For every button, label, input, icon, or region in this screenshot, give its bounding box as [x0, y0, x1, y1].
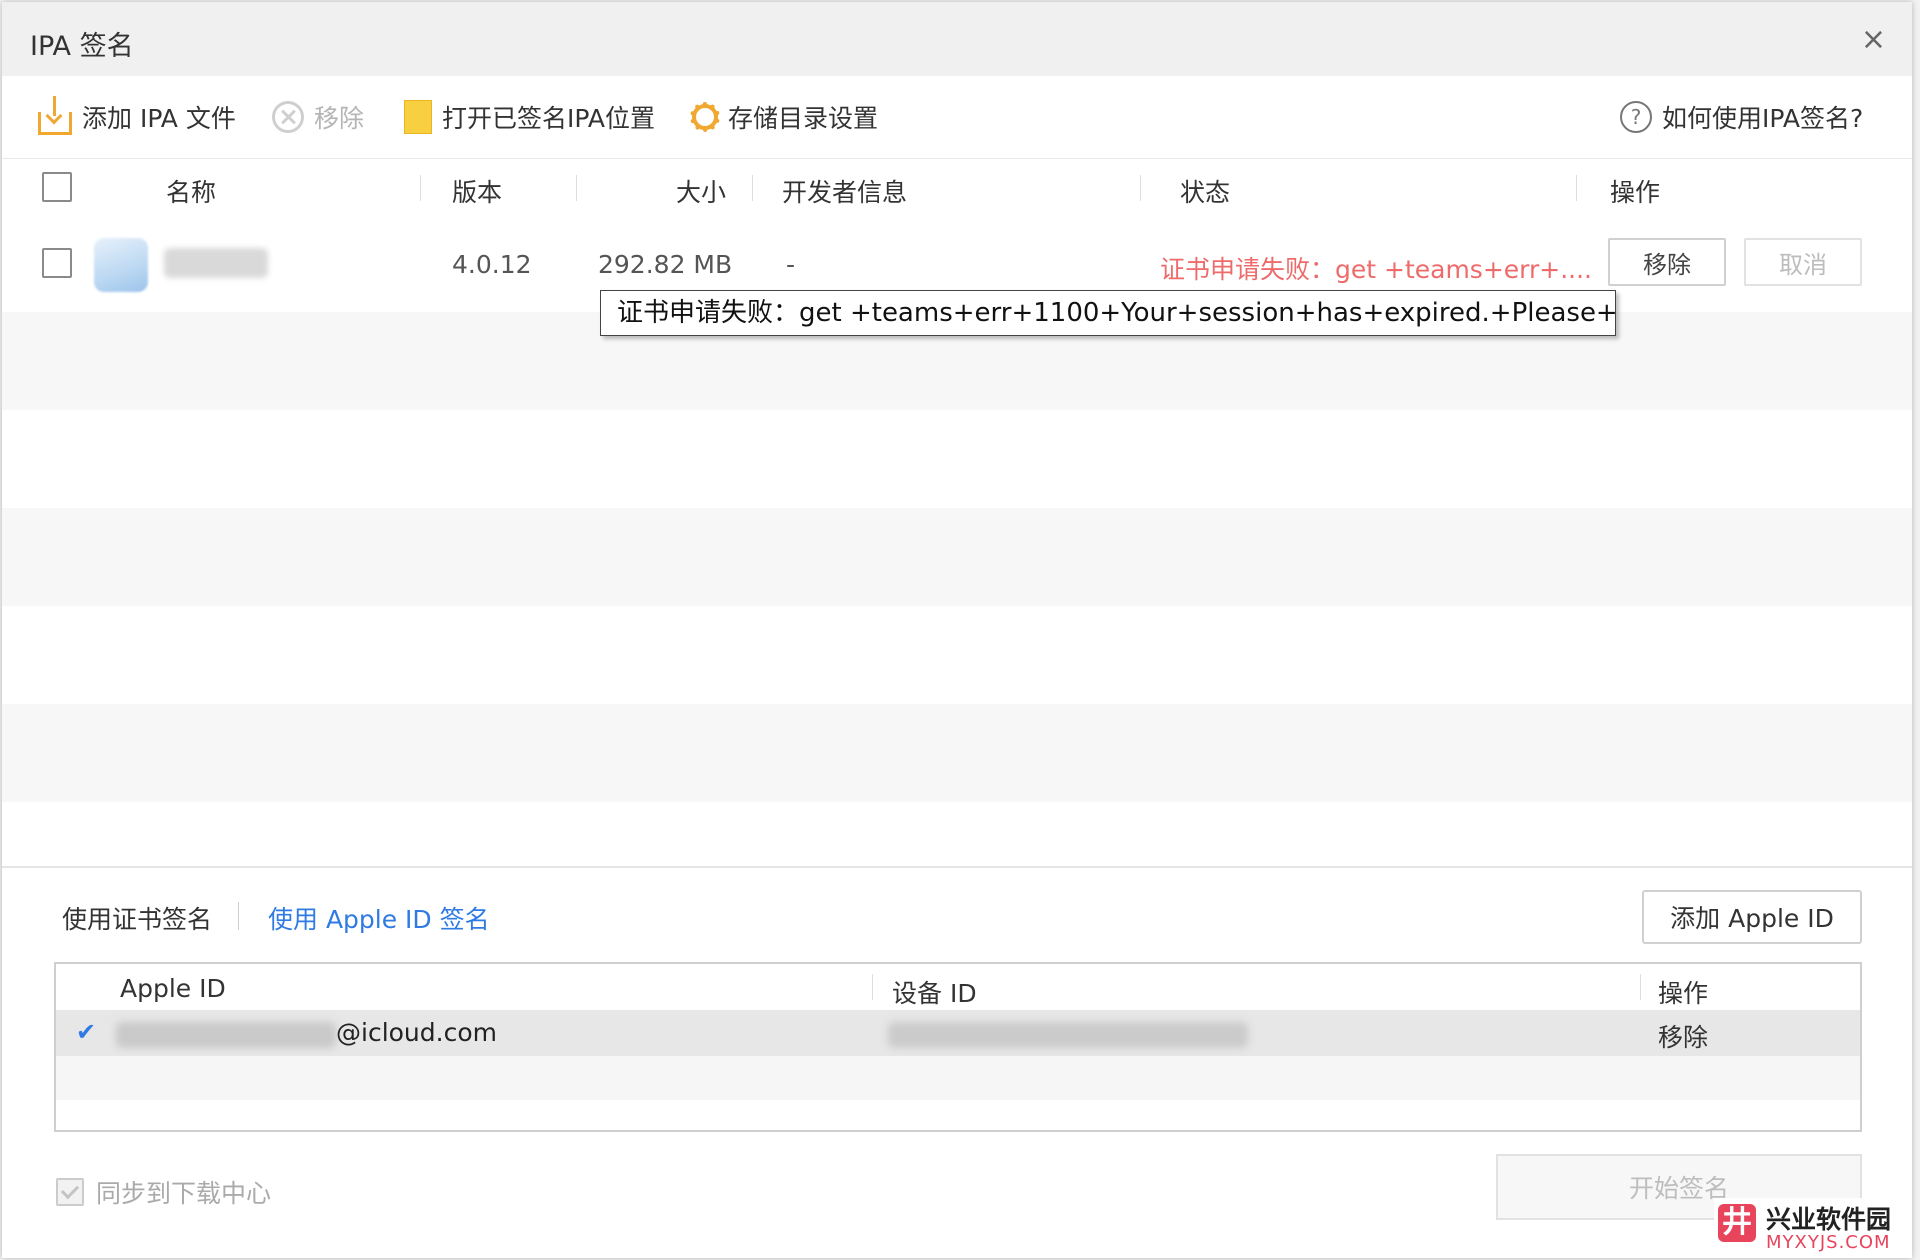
header-developer: 开发者信息 — [782, 178, 908, 207]
empty-row — [2, 704, 1912, 802]
apple-id-table: Apple ID 设备 ID 操作 ✔ @icloud.com 移除 — [54, 962, 1862, 1132]
ipa-sign-dialog: IPA 签名 × 添加 IPA 文件 移除 打开已签名IPA位置 存储目录设置 … — [2, 2, 1912, 1258]
row-developer: - — [786, 250, 796, 279]
empty-row — [2, 606, 1912, 704]
header-name: 名称 — [166, 178, 217, 207]
header-apple-id: Apple ID — [120, 974, 226, 1003]
row-checkbox[interactable] — [42, 248, 72, 278]
email-domain: @icloud.com — [336, 1018, 497, 1047]
header-status: 状态 — [1180, 178, 1231, 207]
row-status-error[interactable]: 证书申请失败：get +teams+err+.... — [1160, 250, 1592, 286]
watermark-logo-icon: 井 — [1718, 1204, 1756, 1242]
header-account-action: 操作 — [1658, 979, 1709, 1008]
email-redacted — [116, 1022, 336, 1048]
panel-divider — [2, 866, 1912, 868]
sync-label: 同步到下载中心 — [96, 1179, 272, 1208]
close-icon[interactable]: × — [1861, 22, 1886, 57]
open-signed-label: 打开已签名IPA位置 — [442, 104, 655, 133]
selected-check-icon: ✔ — [76, 1018, 97, 1046]
empty-account-row — [56, 1056, 1860, 1100]
account-row[interactable]: ✔ @icloud.com 移除 — [56, 1010, 1860, 1056]
help-label: 如何使用IPA签名? — [1662, 104, 1864, 133]
watermark: 井 兴业软件园 MYXYJS.COM — [1714, 1198, 1912, 1258]
row-size: 292.82 MB — [598, 250, 733, 279]
row-version: 4.0.12 — [452, 250, 532, 279]
header-divider — [1140, 175, 1141, 201]
help-icon: ? — [1620, 101, 1652, 133]
app-icon — [94, 238, 148, 292]
select-all-checkbox[interactable] — [42, 172, 72, 202]
title-bar: IPA 签名 × — [2, 2, 1912, 76]
help-link[interactable]: ? 如何使用IPA签名? — [1620, 98, 1863, 136]
dialog-title: IPA 签名 — [30, 31, 134, 62]
folder-icon — [404, 100, 432, 134]
sync-download-center[interactable]: 同步到下载中心 — [56, 1174, 271, 1210]
storage-settings-button[interactable]: 存储目录设置 — [690, 98, 879, 136]
app-name-redacted — [164, 248, 268, 278]
remove-label: 移除 — [314, 104, 365, 133]
open-signed-location-button[interactable]: 打开已签名IPA位置 — [404, 98, 655, 136]
add-ipa-label: 添加 IPA 文件 — [82, 104, 236, 133]
empty-row — [2, 410, 1912, 508]
gear-icon — [690, 102, 720, 132]
add-ipa-button[interactable]: 添加 IPA 文件 — [38, 95, 236, 136]
header-divider — [1640, 974, 1641, 1000]
toolbar: 添加 IPA 文件 移除 打开已签名IPA位置 存储目录设置 ? 如何使用IPA… — [2, 76, 1912, 158]
account-remove-link[interactable]: 移除 — [1658, 1018, 1708, 1054]
row-cancel-button[interactable]: 取消 — [1744, 238, 1862, 286]
watermark-name: 兴业软件园 — [1766, 1205, 1892, 1234]
tab-divider — [238, 902, 239, 930]
device-id-redacted — [888, 1022, 1248, 1048]
header-divider — [420, 175, 421, 201]
header-action: 操作 — [1610, 178, 1661, 207]
status-tooltip: 证书申请失败：get +teams+err+1100+Your+session+… — [600, 290, 1616, 336]
tab-cert-sign[interactable]: 使用证书签名 — [62, 900, 212, 936]
file-table-header: 名称 版本 大小 开发者信息 状态 操作 — [2, 158, 1912, 216]
remove-circle-icon — [272, 101, 304, 133]
watermark-url: MYXYJS.COM — [1766, 1232, 1891, 1253]
import-icon — [38, 95, 72, 135]
header-divider — [872, 974, 873, 1000]
header-size: 大小 — [676, 178, 727, 207]
remove-button[interactable]: 移除 — [272, 98, 364, 136]
empty-row — [2, 508, 1912, 606]
header-version: 版本 — [452, 178, 503, 207]
apple-id-table-header: Apple ID 设备 ID 操作 — [56, 964, 1860, 1010]
tab-appleid-sign[interactable]: 使用 Apple ID 签名 — [268, 900, 490, 936]
header-divider — [752, 175, 753, 201]
storage-settings-label: 存储目录设置 — [728, 104, 879, 133]
header-divider — [1576, 175, 1577, 201]
sync-checkbox[interactable] — [56, 1178, 84, 1206]
row-remove-button[interactable]: 移除 — [1608, 238, 1726, 286]
header-divider — [576, 175, 577, 201]
add-apple-id-button[interactable]: 添加 Apple ID — [1642, 890, 1862, 944]
header-device-id: 设备 ID — [892, 979, 977, 1008]
